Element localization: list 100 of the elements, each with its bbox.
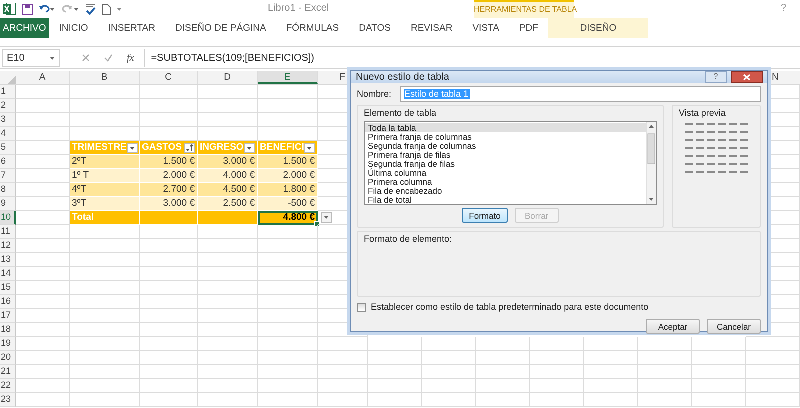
grid-cell[interactable] — [258, 295, 318, 309]
new-document-icon[interactable] — [102, 4, 111, 14]
row-header[interactable]: 11 — [0, 225, 16, 239]
row-header[interactable]: 21 — [0, 365, 16, 379]
grid-cell[interactable] — [258, 113, 318, 127]
grid-cell[interactable] — [140, 379, 198, 393]
grid-cell[interactable] — [258, 337, 318, 351]
filter-button[interactable] — [244, 142, 255, 152]
ribbon-tab[interactable]: INSERTAR — [98, 18, 166, 38]
ribbon-tab[interactable]: PDF — [509, 18, 548, 38]
list-item[interactable]: Segunda franja de filas — [365, 159, 646, 168]
row-header[interactable]: 17 — [0, 309, 16, 323]
grid-cell[interactable] — [140, 323, 198, 337]
row-header[interactable]: 15 — [0, 281, 16, 295]
row-header[interactable]: 4 — [0, 127, 16, 141]
ribbon-tab[interactable]: DISEÑO DE PÁGINA — [166, 18, 276, 38]
grid-cell[interactable] — [70, 253, 140, 267]
ribbon-tab[interactable]: ARCHIVO — [0, 18, 50, 38]
enter-icon[interactable] — [104, 54, 113, 62]
grid-cell[interactable] — [16, 253, 70, 267]
grid-cell[interactable] — [16, 267, 70, 281]
grid-cell[interactable] — [258, 225, 318, 239]
ribbon-tab[interactable]: REVISAR — [400, 18, 463, 38]
grid-cell[interactable] — [198, 225, 258, 239]
grid-cell[interactable] — [638, 393, 692, 407]
grid-cell[interactable] — [70, 393, 140, 407]
row-header[interactable]: 9 — [0, 197, 16, 211]
ribbon-tab[interactable]: INICIO — [49, 18, 98, 38]
grid-cell[interactable] — [584, 351, 638, 365]
grid-cell[interactable] — [258, 85, 318, 99]
grid-cell[interactable] — [318, 365, 368, 379]
grid-cell[interactable] — [476, 337, 530, 351]
grid-cell[interactable] — [258, 309, 318, 323]
grid-cell[interactable] — [258, 393, 318, 407]
grid-cell[interactable] — [140, 365, 198, 379]
grid-cell[interactable] — [530, 365, 584, 379]
grid-cell[interactable] — [530, 379, 584, 393]
row-header[interactable]: 5 — [0, 141, 16, 155]
grid-cell[interactable] — [422, 393, 476, 407]
grid-cell[interactable] — [16, 127, 70, 141]
checkbox[interactable] — [357, 302, 366, 312]
grid-cell[interactable] — [530, 337, 584, 351]
ribbon-tab[interactable]: VISTA — [462, 18, 510, 38]
save-icon[interactable] — [22, 4, 33, 14]
list-item[interactable]: Primera franja de filas — [365, 150, 646, 159]
row-header[interactable]: 20 — [0, 351, 16, 365]
grid-cell[interactable] — [258, 267, 318, 281]
grid-cell[interactable] — [368, 351, 422, 365]
row-header[interactable]: 14 — [0, 267, 16, 281]
grid-cell[interactable] — [476, 351, 530, 365]
grid-cell[interactable] — [140, 281, 198, 295]
grid-cell[interactable] — [16, 295, 70, 309]
grid-cell[interactable] — [198, 281, 258, 295]
list-item[interactable]: Primera franja de columnas — [365, 132, 646, 141]
grid-cell[interactable] — [318, 351, 368, 365]
grid-cell[interactable] — [16, 351, 70, 365]
grid-cell[interactable] — [198, 337, 258, 351]
row-header[interactable]: 23 — [0, 393, 16, 407]
list-item[interactable]: Fila de total — [365, 195, 646, 204]
grid-cell[interactable] — [70, 365, 140, 379]
dialog-button[interactable]: Cancelar — [707, 319, 761, 334]
grid-cell[interactable] — [16, 309, 70, 323]
dialog-button[interactable]: Aceptar — [646, 319, 700, 334]
grid-cell[interactable] — [258, 323, 318, 337]
grid-cell[interactable] — [692, 365, 746, 379]
grid-cell[interactable] — [70, 379, 140, 393]
spelling-check-icon[interactable] — [85, 3, 96, 15]
grid-cell[interactable] — [422, 351, 476, 365]
list-item[interactable]: Segunda franja de columnas — [365, 141, 646, 150]
grid-cell[interactable] — [258, 379, 318, 393]
scrollbar[interactable] — [646, 122, 656, 204]
column-header[interactable]: E — [258, 71, 318, 84]
grid-cell[interactable] — [530, 393, 584, 407]
grid-cell[interactable] — [70, 337, 140, 351]
grid-cell[interactable] — [140, 99, 198, 113]
grid-cell[interactable] — [16, 281, 70, 295]
row-header[interactable]: 13 — [0, 253, 16, 267]
grid-cell[interactable] — [258, 281, 318, 295]
insert-function-button[interactable]: fx — [127, 52, 134, 64]
grid-cell[interactable] — [198, 393, 258, 407]
grid-cell[interactable] — [422, 379, 476, 393]
grid-cell[interactable] — [140, 267, 198, 281]
grid-cell[interactable] — [746, 393, 800, 407]
grid-cell[interactable] — [70, 225, 140, 239]
grid-cell[interactable] — [140, 225, 198, 239]
grid-cell[interactable] — [368, 365, 422, 379]
list-item[interactable]: Primera columna — [365, 177, 646, 186]
grid-cell[interactable] — [198, 253, 258, 267]
grid-cell[interactable] — [198, 85, 258, 99]
row-header[interactable]: 2 — [0, 99, 16, 113]
customize-caret-icon[interactable] — [117, 6, 122, 12]
grid-cell[interactable] — [368, 379, 422, 393]
grid-cell[interactable] — [746, 351, 800, 365]
grid-cell[interactable] — [70, 281, 140, 295]
column-header[interactable]: C — [140, 71, 198, 84]
help-button[interactable]: ? — [705, 71, 727, 83]
grid-cell[interactable] — [476, 379, 530, 393]
close-button[interactable] — [731, 71, 763, 83]
grid-cell[interactable] — [198, 365, 258, 379]
grid-cell[interactable] — [638, 351, 692, 365]
